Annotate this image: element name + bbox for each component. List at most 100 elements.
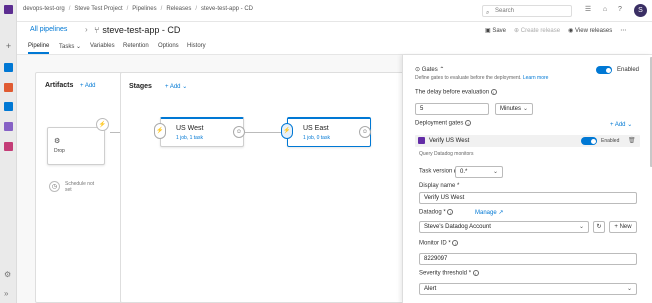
save-button[interactable]: ▣ Save — [485, 27, 506, 34]
search-icon: ⌕ — [486, 10, 490, 16]
repos-icon[interactable] — [4, 83, 13, 92]
pre-deployment-conditions-icon[interactable]: ⚡ — [154, 123, 166, 139]
breadcrumb-releases[interactable]: Releases — [166, 6, 191, 12]
pipeline-canvas: Artifacts + Add ⚙ Drop ⚡ ◷ Schedule not … — [17, 55, 410, 303]
tab-tasks[interactable]: Tasks ⌄ — [59, 43, 81, 50]
info-icon[interactable]: i — [490, 89, 497, 95]
header-actions: ▣ Save ⊕ Create release ◉ View releases … — [485, 27, 626, 34]
manage-link[interactable]: Manage ↗ — [475, 209, 503, 216]
stage-name: US East — [303, 125, 329, 132]
gate-name: Verify US West — [429, 138, 470, 144]
tab-variables[interactable]: Variables — [90, 43, 115, 49]
gates-description-text: Define gates to evaluate before the depl… — [415, 75, 522, 81]
info-icon[interactable]: i — [465, 120, 472, 126]
info-icon[interactable]: i — [447, 209, 454, 215]
gates-title: Gates — [421, 67, 438, 73]
monitor-id-label-text: Monitor ID * — [419, 240, 451, 247]
pipelines-icon[interactable] — [4, 102, 13, 111]
info-icon[interactable]: i — [452, 240, 459, 246]
search-input[interactable]: ⌕ Search — [482, 5, 572, 17]
task-version-select[interactable]: 0.* ⌄ — [455, 166, 503, 178]
view-releases-label: View releases — [575, 28, 613, 34]
stage-card-us-west[interactable]: US West 1 job, 1 task — [160, 117, 244, 147]
delay-value-input[interactable]: 5 — [415, 103, 489, 115]
boards-icon[interactable] — [4, 63, 13, 72]
delete-icon[interactable]: 🗑 — [628, 137, 636, 144]
tab-pipeline[interactable]: Pipeline — [28, 43, 50, 54]
stage-name: US West — [176, 125, 204, 132]
tab-bar: Pipeline Tasks ⌄ Variables Retention Opt… — [17, 40, 652, 55]
severity-select[interactable]: Alert ⌄ — [419, 283, 637, 295]
severity-value: Alert — [424, 286, 437, 292]
datadog-icon — [418, 137, 425, 144]
view-releases-button[interactable]: ◉ View releases — [568, 27, 612, 34]
settings-icon[interactable]: ⚙ — [4, 270, 13, 279]
all-pipelines-link[interactable]: All pipelines — [30, 26, 67, 33]
info-icon[interactable]: i — [472, 270, 479, 276]
post-deployment-approvals-icon[interactable]: ☺ — [359, 126, 371, 138]
page-title: steve-test-app - CD — [102, 25, 181, 35]
pipeline-icon: ⑂ — [94, 25, 100, 35]
azure-devops-icon[interactable] — [4, 5, 13, 14]
chevron-down-icon: ⌄ — [626, 286, 632, 292]
monitor-id-label: Monitor ID * i — [419, 240, 459, 247]
more-actions-button[interactable]: ⋯ — [620, 27, 626, 34]
continuous-deployment-trigger-icon[interactable]: ⚡ — [96, 118, 109, 131]
delay-unit-value: Minutes — [500, 106, 522, 112]
artifact-name: Drop — [54, 148, 65, 154]
add-stage-label: Add — [169, 84, 181, 90]
page-title-wrap: ⑂ steve-test-app - CD — [94, 25, 180, 35]
breadcrumb-org[interactable]: devops-test-org — [23, 6, 65, 12]
new-connection-button[interactable]: + New — [609, 221, 637, 233]
artifacts-icon[interactable] — [4, 142, 13, 151]
marketplace-icon[interactable]: ⌂ — [601, 6, 609, 14]
task-version-label-text: Task version — [419, 168, 453, 175]
tab-retention[interactable]: Retention — [123, 43, 149, 49]
avatar[interactable]: S — [634, 4, 647, 17]
add-gate-button[interactable]: + Add ⌄ — [610, 121, 632, 128]
display-name-input[interactable]: Verify US West — [419, 192, 637, 204]
pre-deployment-conditions-icon[interactable]: ⚡ — [281, 123, 293, 139]
gates-section-header[interactable]: ⊙ Gates ⌃ — [415, 66, 444, 73]
gate-item-header[interactable]: Verify US West Enabled 🗑 — [415, 135, 640, 147]
task-version-label: Task version i — [419, 168, 461, 175]
learn-more-link[interactable]: Learn more — [523, 75, 549, 81]
manage-label: Manage — [475, 210, 497, 216]
datadog-label-text: Datadog * — [419, 209, 446, 216]
gates-enabled-toggle[interactable] — [596, 66, 612, 74]
list-icon[interactable]: ☰ — [584, 6, 592, 14]
deployment-gates-label: Deployment gates i — [415, 120, 472, 127]
breadcrumb-pipelines[interactable]: Pipelines — [132, 6, 156, 12]
refresh-button[interactable]: ↻ — [593, 221, 605, 233]
help-icon[interactable]: ? — [616, 6, 624, 14]
breadcrumb-project[interactable]: Steve Test Project — [74, 6, 122, 12]
eye-icon: ◉ — [568, 28, 575, 34]
breadcrumb-pipeline[interactable]: steve-test-app - CD — [201, 6, 253, 12]
collapse-icon[interactable]: » — [4, 289, 13, 298]
delay-label: The delay before evaluation i — [415, 89, 497, 96]
title-separator: › — [85, 25, 88, 34]
add-artifact-button[interactable]: + Add — [80, 83, 96, 89]
artifact-card[interactable]: ⚙ Drop — [47, 127, 105, 165]
add-icon[interactable]: + — [4, 42, 13, 51]
tab-options[interactable]: Options — [158, 43, 179, 49]
datadog-connection-select[interactable]: Steve's Datadog Account ⌄ — [419, 221, 589, 233]
tab-history[interactable]: History — [187, 43, 206, 49]
add-stage-button[interactable]: + Add ⌄ — [165, 83, 187, 90]
post-deployment-approvals-icon[interactable]: ☺ — [233, 126, 245, 138]
gate-subtitle: Query Datadog monitors — [419, 151, 474, 157]
chevron-down-icon: ⌄ — [627, 122, 633, 128]
new-connection-label: New — [619, 224, 632, 230]
gate-enabled-toggle[interactable] — [581, 137, 597, 145]
schedule-icon[interactable]: ◷ — [49, 181, 60, 192]
test-plans-icon[interactable] — [4, 122, 13, 131]
left-nav-rail: + ⚙ » — [0, 0, 17, 303]
stage-summary[interactable]: 1 job, 1 task — [176, 135, 203, 141]
delay-unit-select[interactable]: Minutes ⌄ — [495, 103, 533, 115]
monitor-id-input[interactable]: 8229097 — [419, 253, 637, 265]
artifacts-title: Artifacts — [45, 82, 74, 89]
display-name-label: Display name * — [419, 183, 460, 189]
release-icon: ⊕ — [514, 28, 521, 34]
stage-summary[interactable]: 1 job, 0 task — [303, 135, 330, 141]
create-release-button[interactable]: ⊕ Create release — [514, 27, 560, 34]
